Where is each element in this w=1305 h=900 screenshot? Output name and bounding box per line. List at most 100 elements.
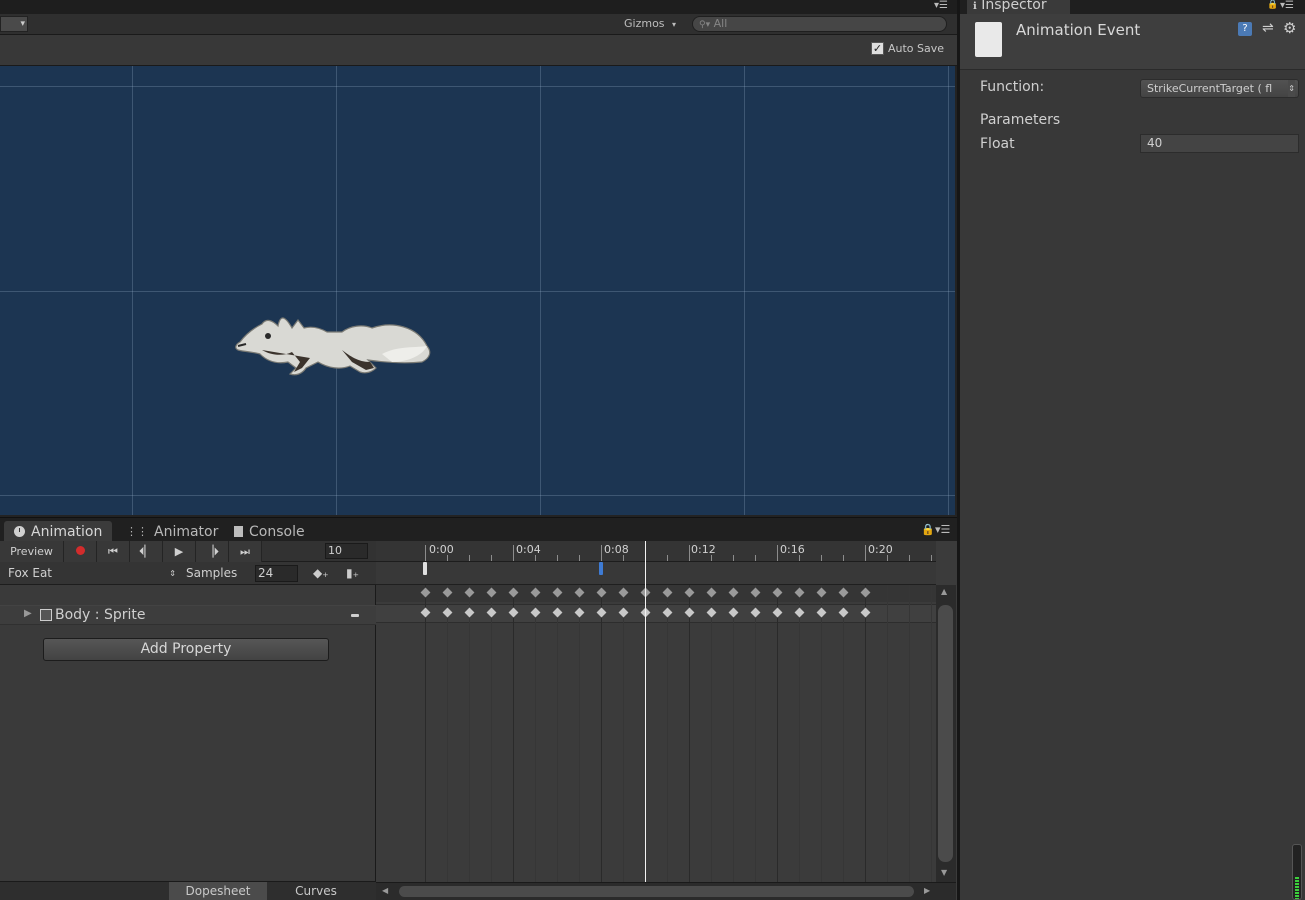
playhead-line <box>645 541 646 882</box>
frame-line <box>513 585 514 882</box>
panel-menu-icon[interactable]: ▾☰ <box>1280 0 1294 11</box>
float-input[interactable]: 40 <box>1140 134 1299 153</box>
tab-console[interactable]: Console <box>224 521 315 542</box>
last-keyframe-button[interactable]: ⏭ <box>229 541 262 562</box>
ruler-tick <box>821 555 822 561</box>
remove-property-icon[interactable] <box>351 614 359 617</box>
frame-line <box>755 585 756 882</box>
tab-animation-label: Animation <box>31 523 103 540</box>
gizmos-label: Gizmos <box>624 17 665 30</box>
add-event-icon[interactable]: ▮₊ <box>346 566 359 580</box>
add-property-button[interactable]: Add Property <box>43 638 329 661</box>
samples-input[interactable]: 24 <box>255 565 298 582</box>
curves-label: Curves <box>295 884 337 898</box>
frame-line <box>733 585 734 882</box>
step-forward-icon: ▕⏵ <box>205 545 219 558</box>
horizontal-scroll-thumb[interactable] <box>399 886 914 897</box>
skip-to-start-icon: ⏮ <box>108 545 118 558</box>
current-frame-value: 10 <box>328 544 342 557</box>
ruler-tick <box>865 545 866 561</box>
tab-inspector[interactable]: ℹ Inspector <box>967 0 1070 14</box>
vertical-scroll-thumb[interactable] <box>938 605 953 862</box>
ruler-tick <box>601 545 602 561</box>
frame-line <box>425 585 426 882</box>
frame-line <box>469 585 470 882</box>
summary-keyframes-row <box>376 585 936 602</box>
frame-line <box>689 585 690 882</box>
ruler-tick <box>469 555 470 561</box>
frame-line <box>557 585 558 882</box>
frame-line <box>711 585 712 882</box>
next-keyframe-button[interactable]: ▕⏵ <box>196 541 229 562</box>
clip-dropdown[interactable]: Fox Eat ⇕ <box>8 565 176 582</box>
tab-curves[interactable]: Curves <box>267 882 365 900</box>
animation-window-tabs: Animation ⋮⋮ Animator Console 🔒 ▾☰ <box>0 517 957 542</box>
grid-line <box>0 291 955 292</box>
frame-line <box>843 585 844 882</box>
animation-property-panel <box>0 541 376 900</box>
ruler-tick <box>689 545 690 561</box>
auto-save-label: Auto Save <box>888 42 945 55</box>
frame-line <box>491 585 492 882</box>
current-frame-input[interactable]: 10 <box>325 543 368 559</box>
gear-icon[interactable]: ⚙ <box>1283 19 1296 37</box>
help-icon[interactable]: ? <box>1238 22 1252 36</box>
lock-icon[interactable]: 🔒 <box>1267 0 1278 11</box>
auto-save-checkbox[interactable]: ✓ <box>871 42 884 55</box>
ruler-tick <box>843 555 844 561</box>
float-label: Float <box>980 136 1015 152</box>
tab-animator[interactable]: ⋮⋮ Animator <box>116 521 228 542</box>
animation-events-row[interactable] <box>376 562 936 585</box>
sprite-renderer-icon <box>40 609 52 621</box>
ruler-tick <box>491 555 492 561</box>
tab-dopesheet[interactable]: Dopesheet <box>169 882 267 900</box>
layers-dropdown-icon[interactable]: ▾ <box>0 16 28 32</box>
tab-animator-label: Animator <box>154 523 219 540</box>
auto-save-toggle[interactable]: ✓ Auto Save <box>871 42 944 55</box>
frame-line <box>601 585 602 882</box>
inspector-title: Animation Event <box>1016 21 1141 39</box>
property-row-body-sprite[interactable]: ▶ Body : Sprite <box>0 605 376 625</box>
ruler-tick <box>931 555 932 561</box>
animation-event-marker <box>423 562 427 575</box>
clock-icon <box>14 526 25 537</box>
play-button[interactable]: ▶ <box>163 541 196 562</box>
panel-menu-icon[interactable]: ▾☰ <box>935 523 950 536</box>
record-button[interactable] <box>64 541 97 562</box>
preset-icon[interactable]: ⇌ <box>1262 20 1274 36</box>
scroll-right-icon[interactable]: ▶ <box>924 886 930 895</box>
previous-keyframe-button[interactable]: ⏴▏ <box>130 541 163 562</box>
scroll-down-icon[interactable]: ▼ <box>941 868 947 877</box>
ruler-tick <box>667 555 668 561</box>
frame-line <box>623 585 624 882</box>
frame-line <box>865 585 866 882</box>
search-icon: ⚲▾ <box>699 20 711 30</box>
frame-line <box>909 585 910 882</box>
frame-line <box>887 585 888 882</box>
grid-line <box>0 86 955 87</box>
tab-animation[interactable]: Animation <box>4 521 113 542</box>
ruler-tick <box>513 545 514 561</box>
record-icon <box>75 546 85 555</box>
expand-arrow-icon[interactable]: ▶ <box>24 608 32 619</box>
scroll-left-icon[interactable]: ◀ <box>382 886 388 895</box>
inspector-tab-label: Inspector <box>981 0 1047 13</box>
scene-viewport[interactable] <box>0 66 955 515</box>
lock-icon[interactable]: 🔒 <box>921 523 935 536</box>
fox-sprite[interactable] <box>232 306 432 386</box>
clip-name: Fox Eat <box>8 566 53 580</box>
scroll-up-icon[interactable]: ▲ <box>941 587 947 596</box>
function-dropdown[interactable]: StrikeCurrentTarget ( fl ⇕ <box>1140 79 1299 98</box>
preview-button[interactable]: Preview <box>0 541 64 562</box>
ruler-label-1: 0:04 <box>516 543 541 556</box>
parameters-label: Parameters <box>980 112 1061 128</box>
scene-search-input[interactable]: ⚲▾ All <box>692 16 947 32</box>
add-keyframe-icon[interactable]: ◆₊ <box>313 566 329 580</box>
time-ruler[interactable] <box>376 541 936 562</box>
tab-console-label: Console <box>249 523 305 540</box>
gizmos-dropdown[interactable]: Gizmos ▾ <box>620 17 680 33</box>
panel-menu-icon[interactable]: ▾☰ <box>934 0 948 12</box>
ruler-tick <box>755 555 756 561</box>
first-keyframe-button[interactable]: ⏮ <box>97 541 130 562</box>
float-value: 40 <box>1147 136 1163 150</box>
